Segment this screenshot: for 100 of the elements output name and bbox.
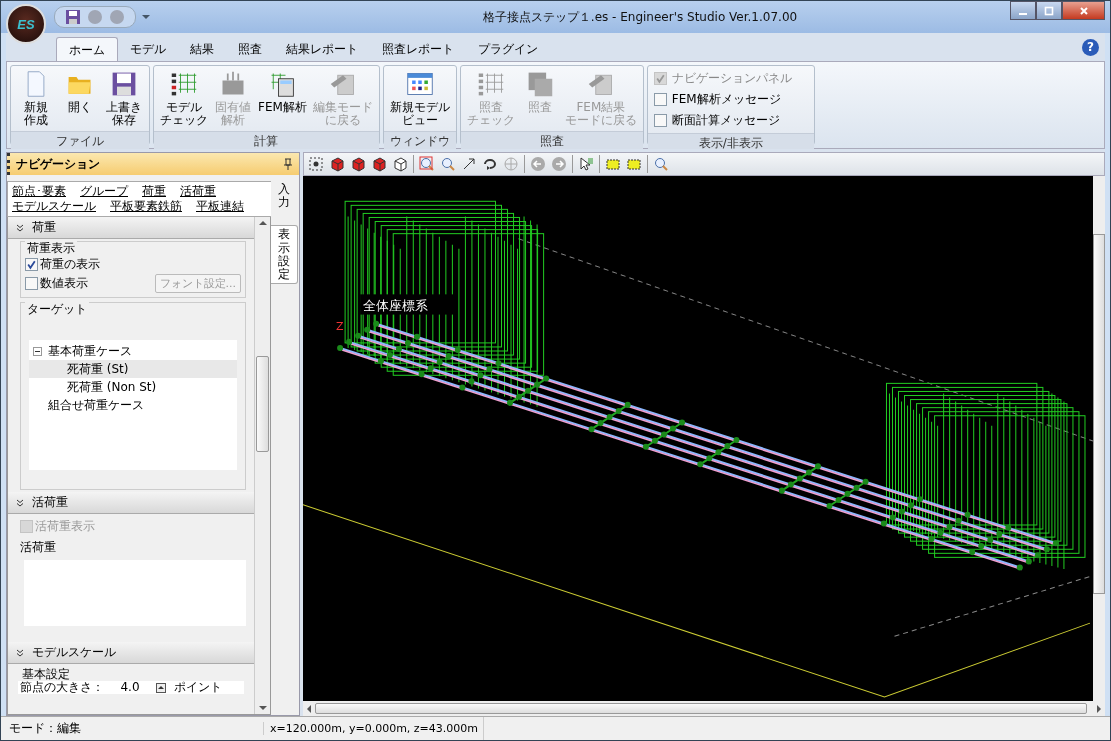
ribbon-button[interactable]: FEM解析 xyxy=(255,68,310,129)
checkbox-label: FEM解析メッセージ xyxy=(671,91,781,108)
ribbon-tab[interactable]: プラグイン xyxy=(466,37,550,61)
close-button[interactable] xyxy=(1062,1,1105,20)
maximize-icon xyxy=(1044,5,1054,16)
checkbox-label: ナビゲーションパネル xyxy=(671,70,792,87)
axis-label: 全体座標系 xyxy=(363,297,428,313)
checkbox-label: 数値表示 xyxy=(40,275,88,292)
rotate-icon[interactable] xyxy=(482,156,498,172)
collapse-toggle[interactable] xyxy=(33,346,42,356)
collapse-icon xyxy=(16,223,24,232)
arrow-icon[interactable] xyxy=(461,156,477,172)
collapse-icon xyxy=(16,648,24,657)
nav-link[interactable]: モデルスケール xyxy=(12,199,96,214)
checkbox[interactable] xyxy=(25,277,38,290)
unit-label: ポイント xyxy=(174,681,222,694)
wireframe-box-icon[interactable] xyxy=(392,156,408,172)
section-header[interactable]: 活荷重 xyxy=(8,492,254,514)
group-title: ファイル xyxy=(11,131,149,151)
checkbox-label: 活荷重表示 xyxy=(35,518,95,535)
checkbox-label: 荷重の表示 xyxy=(40,256,100,273)
zoom-out-icon[interactable] xyxy=(440,156,456,172)
section-header[interactable]: モデルスケール xyxy=(8,642,254,664)
nav-link[interactable]: 平板要素鉄筋 xyxy=(110,199,182,214)
scroll-up-icon[interactable] xyxy=(258,220,267,226)
ribbon-tab[interactable]: 照査レポート xyxy=(370,37,466,61)
scroll-right-icon[interactable] xyxy=(1096,704,1102,713)
ribbon-tab[interactable]: ホーム xyxy=(56,37,118,61)
checkbox[interactable] xyxy=(653,93,667,106)
save-icon[interactable] xyxy=(65,9,81,25)
select-lasso-icon[interactable] xyxy=(626,156,642,172)
ribbon-button[interactable]: 新規 作成 xyxy=(14,68,58,129)
help-button[interactable]: ? xyxy=(1082,38,1099,56)
scroll-down-icon[interactable] xyxy=(258,705,267,711)
tree-item[interactable]: 死荷重 (Non St) xyxy=(29,378,237,396)
status-coordinates: x=120.000m, y=0.000m, z=43.000m xyxy=(263,722,483,735)
checkbox-label: 断面計算メッセージ xyxy=(671,112,780,129)
app-menu-button[interactable]: ES xyxy=(6,4,46,44)
list-label: 活荷重 xyxy=(20,539,57,556)
window-icon xyxy=(405,70,434,98)
tree-item[interactable]: 組合せ荷重ケース xyxy=(29,396,237,414)
node-size-field[interactable]: 4.0 xyxy=(112,681,148,694)
ribbon-tab[interactable]: 照査 xyxy=(226,37,274,61)
close-icon xyxy=(1078,5,1089,16)
nav-link[interactable]: 平板連結 xyxy=(196,199,244,214)
scroll-left-icon[interactable] xyxy=(306,704,312,713)
checkbox[interactable] xyxy=(25,258,38,271)
group-label: 基本設定 xyxy=(21,668,71,681)
nav-link[interactable]: グループ xyxy=(80,184,128,199)
tree-item[interactable]: 基本荷重ケース xyxy=(29,342,237,360)
checkbox[interactable] xyxy=(653,114,667,127)
cube-icon[interactable] xyxy=(371,156,387,172)
forward-icon[interactable] xyxy=(551,156,567,172)
vertical-scrollbar[interactable] xyxy=(254,217,270,714)
section-header[interactable]: 荷重 xyxy=(8,217,254,239)
minimize-button[interactable] xyxy=(1010,1,1036,20)
ribbon-button[interactable]: 新規モデル ビュー xyxy=(386,68,453,129)
scroll-thumb[interactable] xyxy=(256,356,269,452)
find-icon[interactable] xyxy=(653,156,669,172)
nav-link[interactable]: 荷重 xyxy=(142,184,166,199)
group-title: 計算 xyxy=(154,131,379,151)
maximize-button[interactable] xyxy=(1036,1,1062,20)
scroll-thumb[interactable] xyxy=(315,703,1087,714)
section-title: モデルスケール xyxy=(32,644,116,661)
pointer-icon[interactable] xyxy=(578,156,594,172)
nav-link[interactable]: 節点･要素 xyxy=(12,184,66,199)
cube-icon[interactable] xyxy=(350,156,366,172)
panel-title: ナビゲーション xyxy=(16,155,100,173)
side-tab[interactable]: 入力 xyxy=(271,181,297,212)
group-title: ウィンドウ xyxy=(383,131,456,151)
back-icon[interactable] xyxy=(530,156,546,172)
group-label: ターゲット xyxy=(25,302,89,316)
group-label: 荷重表示 xyxy=(25,241,77,255)
dropdown-caret-icon[interactable] xyxy=(142,14,150,20)
pin-icon[interactable] xyxy=(283,158,293,170)
tree-item[interactable]: 死荷重 (St) xyxy=(29,360,237,378)
3d-viewport[interactable]: 全体座標系 Z xyxy=(303,176,1093,701)
ribbon-tab[interactable]: モデル xyxy=(118,37,178,61)
side-tab[interactable]: 表示設定 xyxy=(271,225,298,285)
spinner-icon[interactable] xyxy=(156,682,166,693)
section-title: 活荷重 xyxy=(32,494,68,511)
ribbon-button[interactable]: モデル チェック xyxy=(157,68,211,129)
axis-letter: Z xyxy=(336,319,344,333)
cube-icon[interactable] xyxy=(329,156,345,172)
ribbon-tab[interactable]: 結果レポート xyxy=(274,37,370,61)
status-mode: モード：編集 xyxy=(8,720,82,737)
nav-link[interactable]: 活荷重 xyxy=(180,184,216,199)
ribbon-tab[interactable]: 結果 xyxy=(178,37,226,61)
zoom-window-icon[interactable] xyxy=(419,156,435,172)
minimize-icon xyxy=(1019,12,1027,15)
select-rect-icon[interactable] xyxy=(605,156,621,172)
scroll-thumb[interactable] xyxy=(1093,234,1105,594)
vertical-scrollbar[interactable] xyxy=(1093,176,1105,701)
select-all-icon[interactable] xyxy=(308,156,324,172)
ribbon-button[interactable]: 開く xyxy=(58,68,102,129)
ribbon-button[interactable]: 上書き 保存 xyxy=(102,68,146,129)
horizontal-scrollbar[interactable] xyxy=(303,701,1105,716)
group-title: 照査 xyxy=(460,131,643,151)
section-title: 荷重 xyxy=(32,219,56,236)
collapse-icon xyxy=(16,498,24,507)
